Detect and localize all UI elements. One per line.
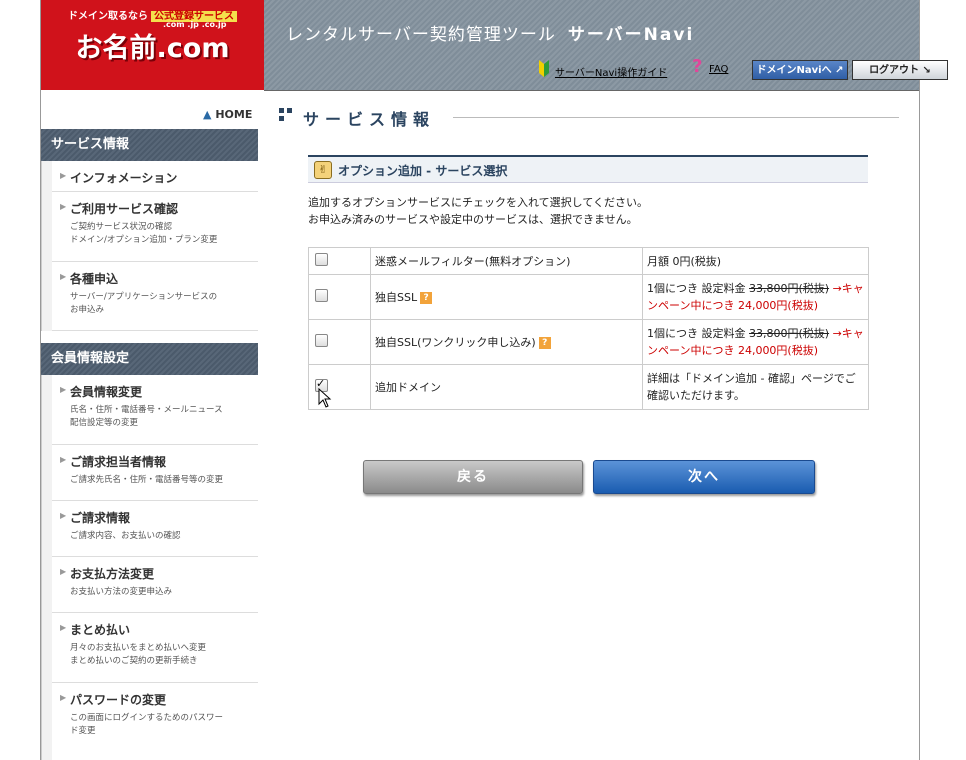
arrow-right-icon: ▶	[60, 171, 67, 180]
mouse-cursor-icon	[318, 387, 332, 408]
option-checkbox-spam-filter[interactable]	[315, 253, 328, 266]
tool-name: サーバーNavi	[567, 25, 695, 45]
tool-title: レンタルサーバー契約管理ツール サーバーNavi	[286, 25, 695, 45]
option-name: 独自SSL(ワンクリック申し込み)	[375, 336, 536, 349]
sidebar-item-information[interactable]: ▶ インフォメーション	[52, 161, 258, 192]
arrow-right-icon: ▶	[60, 567, 67, 576]
faq-icon: ?	[692, 56, 703, 77]
back-button[interactable]: 戻る	[363, 460, 583, 494]
sidebar-member-list: ▶ 会員情報変更 氏名・住所・電話番号・メールニュース 配信設定等の変更 ▶ ご…	[41, 375, 258, 760]
pointing-hand-icon: ✌	[314, 161, 332, 179]
arrow-up-right-icon: ↗	[835, 65, 844, 76]
page-frame: ドメイン取るなら 公式登録サービス .com .jp .co.jp お名前.com…	[40, 0, 948, 760]
table-row: 独自SSL(ワンクリック申し込み)? 1個につき 設定料金 33,800円(税抜…	[308, 319, 869, 365]
sidebar-item-payment-method[interactable]: ▶ お支払方法変更 お支払い方法の変更申込み	[52, 557, 258, 613]
arrow-right-icon: ▶	[60, 385, 67, 394]
option-name: 追加ドメイン	[370, 364, 643, 410]
sidebar-item-billing-info[interactable]: ▶ ご請求情報 ご請求内容、お支払いの確認	[52, 501, 258, 557]
sidebar-item-service-confirm[interactable]: ▶ ご利用サービス確認 ご契約サービス状況の確認 ドメイン/オプション追加・プラ…	[52, 192, 258, 262]
option-price: 詳細は「ドメイン追加 - 確認」ページでご確認いただけます。	[642, 364, 869, 410]
option-name: 迷惑メールフィルター(無料オプション)	[370, 247, 643, 275]
arrow-right-icon: ▶	[60, 272, 67, 281]
sidebar-item-applications[interactable]: ▶ 各種申込 サーバー/アプリケーションサービスの お申込み	[52, 262, 258, 331]
home-link[interactable]: ▲ HOME	[203, 108, 252, 121]
sidebar-item-password[interactable]: ▶ パスワードの変更 この画面にログインするためのパスワー ド変更	[52, 683, 258, 760]
domain-navi-button[interactable]: ドメインNaviへ ↗	[752, 60, 848, 80]
arrow-down-right-icon: ↘	[922, 65, 931, 76]
option-checkbox-ssl-oneclick[interactable]	[315, 334, 328, 347]
next-button[interactable]: 次へ	[593, 460, 815, 494]
sidebar-item-billing-contact[interactable]: ▶ ご請求担当者情報 ご請求先氏名・住所・電話番号等の変更	[52, 445, 258, 501]
guide-link[interactable]: サーバーNavi操作ガイド	[555, 64, 667, 79]
sidebar-section-service: サービス情報	[41, 129, 258, 161]
home-icon: ▲	[203, 108, 212, 121]
arrow-right-icon: ▶	[60, 693, 67, 702]
table-row: 追加ドメイン 詳細は「ドメイン追加 - 確認」ページでご確認いただけます。	[308, 364, 869, 410]
title-divider	[453, 117, 899, 118]
sidebar-item-member-change[interactable]: ▶ 会員情報変更 氏名・住所・電話番号・メールニュース 配信設定等の変更	[52, 375, 258, 445]
onamae-logo[interactable]: ドメイン取るなら 公式登録サービス .com .jp .co.jp お名前.com	[41, 0, 264, 90]
options-table: 迷惑メールフィルター(無料オプション) 月額 0円(税抜) 独自SSL? 1個に…	[308, 247, 869, 410]
logo-top-text: ドメイン取るなら	[68, 11, 148, 22]
arrow-right-icon: ▶	[60, 511, 67, 520]
sidebar-section-member: 会員情報設定	[41, 343, 258, 375]
sidebar-service-list: ▶ インフォメーション ▶ ご利用サービス確認 ご契約サービス状況の確認 ドメイ…	[41, 161, 258, 331]
sidebar-item-bulk-payment[interactable]: ▶ まとめ払い 月々のお支払いをまとめ払いへ変更 まとめ払いのご契約の更新手続き	[52, 613, 258, 683]
arrow-right-icon: ▶	[60, 202, 67, 211]
title-dots-icon	[279, 108, 295, 124]
option-price: 1個につき 設定料金 33,800円(税抜) →キャンペーン中につき 24,00…	[642, 319, 869, 365]
logout-button[interactable]: ログアウト ↘	[852, 60, 948, 80]
arrow-right-icon: ▶	[60, 455, 67, 464]
help-icon[interactable]: ?	[538, 337, 551, 349]
old-price: 33,800円(税抜)	[749, 327, 830, 340]
logo-main-text: お名前.com	[75, 33, 230, 64]
intro-text: 追加するオプションサービスにチェックを入れて選択してください。 お申込み済みのサ…	[308, 196, 649, 226]
option-price: 月額 0円(税抜)	[642, 247, 869, 275]
option-name: 独自SSL	[375, 291, 418, 304]
arrow-right-icon: ▶	[60, 623, 67, 632]
help-icon[interactable]: ?	[420, 292, 433, 304]
section-header: ✌ オプション追加 - サービス選択	[308, 155, 868, 183]
guide-icon	[538, 58, 550, 78]
faq-link[interactable]: FAQ	[709, 64, 728, 75]
page-title: サービス情報	[279, 106, 435, 130]
table-row: 迷惑メールフィルター(無料オプション) 月額 0円(税抜)	[308, 247, 869, 275]
old-price: 33,800円(税抜)	[749, 282, 830, 295]
option-checkbox-ssl[interactable]	[315, 289, 328, 302]
table-row: 独自SSL? 1個につき 設定料金 33,800円(税抜) →キャンペーン中につ…	[308, 274, 869, 320]
header-banner: レンタルサーバー契約管理ツール サーバーNavi サーバーNavi操作ガイド ? …	[264, 0, 948, 91]
option-price: 1個につき 設定料金 33,800円(税抜) →キャンペーン中につき 24,00…	[642, 274, 869, 320]
